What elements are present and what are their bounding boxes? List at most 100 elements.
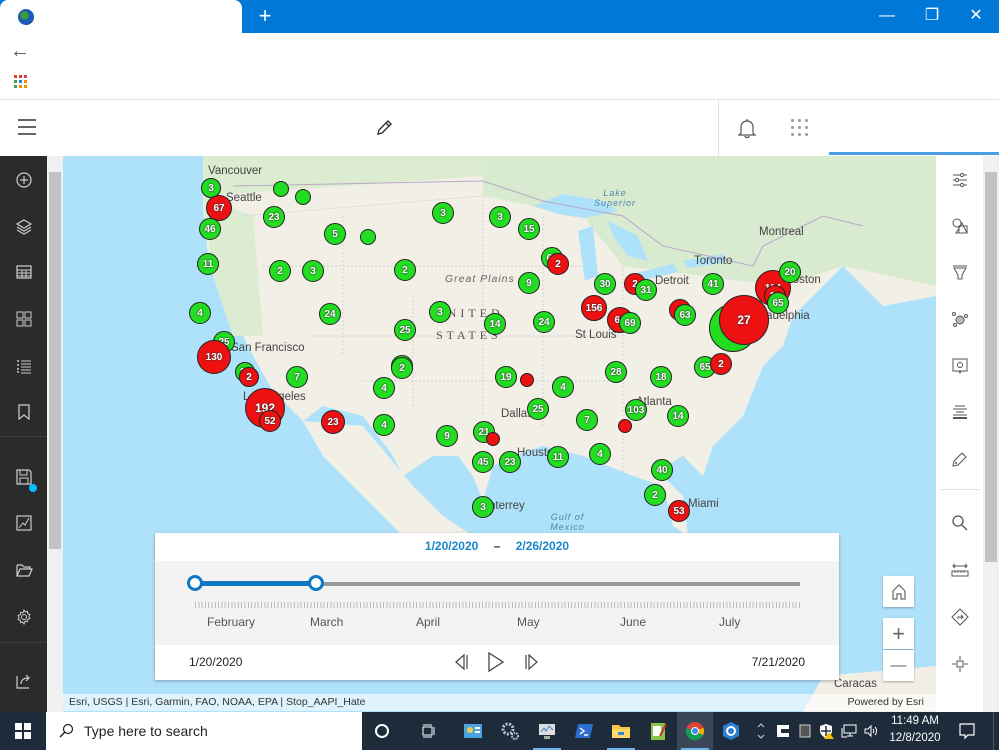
cluster-marker-green[interactable]: 31 <box>635 279 657 301</box>
cluster-marker-green[interactable]: 2 <box>394 259 416 281</box>
pencil-icon[interactable] <box>374 118 394 138</box>
right-scrollbar-thumb[interactable] <box>985 172 997 562</box>
minimize-button[interactable]: — <box>864 0 910 33</box>
tray-app-c[interactable] <box>772 712 794 750</box>
map-properties-button[interactable] <box>0 500 47 546</box>
cluster-marker-green[interactable]: 24 <box>319 303 341 325</box>
cluster-marker-green[interactable]: 5 <box>324 223 346 245</box>
save-button[interactable] <box>0 454 47 500</box>
network-button[interactable] <box>838 712 860 750</box>
bell-icon[interactable] <box>736 117 758 139</box>
action-center-button[interactable] <box>955 712 979 750</box>
legend-button[interactable] <box>0 343 47 389</box>
cortana-button[interactable] <box>364 712 400 750</box>
time-slider-start-thumb[interactable] <box>187 575 203 591</box>
cluster-marker-green[interactable]: 15 <box>518 218 540 240</box>
cluster-marker-green[interactable]: 14 <box>667 405 689 427</box>
cluster-marker-green[interactable] <box>295 189 311 205</box>
time-slider-selected-range[interactable] <box>195 581 316 586</box>
cluster-marker-green[interactable]: 18 <box>650 366 672 388</box>
cluster-marker-green[interactable]: 4 <box>189 302 211 324</box>
cluster-marker-green[interactable]: 2 <box>644 484 666 506</box>
zoom-out-button[interactable]: — <box>883 650 914 681</box>
cluster-marker-green[interactable]: 45 <box>472 451 494 473</box>
control-panel-app[interactable] <box>455 712 491 750</box>
cluster-marker-green[interactable]: 3 <box>489 206 511 228</box>
cluster-marker-red[interactable]: 156 <box>581 295 607 321</box>
sketch-button[interactable] <box>936 436 983 482</box>
cluster-marker-green[interactable]: 4 <box>552 376 574 398</box>
apps-grid-icon[interactable] <box>14 75 28 89</box>
cluster-marker-green[interactable]: 2 <box>391 357 413 379</box>
hamburger-menu-icon[interactable] <box>18 118 38 136</box>
cluster-marker-red[interactable]: 52 <box>259 410 281 432</box>
cluster-marker-red[interactable] <box>486 432 500 446</box>
taskbar-search-box[interactable]: Type here to search <box>46 712 362 750</box>
clustering-button[interactable] <box>936 296 983 342</box>
labels-button[interactable] <box>936 389 983 435</box>
cluster-marker-green[interactable]: 14 <box>484 313 506 335</box>
cluster-marker-green[interactable]: 3 <box>429 301 451 323</box>
time-slider-end-thumb[interactable] <box>308 575 324 591</box>
cluster-marker-green[interactable]: 19 <box>495 366 517 388</box>
add-data-button[interactable] <box>0 157 47 203</box>
cluster-marker-green[interactable]: 3 <box>472 496 494 518</box>
cluster-marker-green[interactable]: 4 <box>373 414 395 436</box>
share-button[interactable] <box>0 658 47 704</box>
powered-by-esri[interactable]: Powered by Esri <box>848 694 936 711</box>
volume-button[interactable] <box>860 712 882 750</box>
open-button[interactable] <box>0 547 47 593</box>
cluster-marker-green[interactable]: 28 <box>605 361 627 383</box>
cluster-marker-green[interactable]: 3 <box>302 260 324 282</box>
cluster-marker-green[interactable]: 3 <box>432 202 454 224</box>
cluster-marker-green[interactable]: 7 <box>286 366 308 388</box>
cluster-marker-green[interactable]: 103 <box>625 399 647 421</box>
cluster-marker-red[interactable]: 130 <box>197 340 231 374</box>
restore-button[interactable]: ❐ <box>909 0 955 33</box>
layers-button[interactable] <box>0 203 47 249</box>
cluster-marker-green[interactable] <box>273 181 289 197</box>
cluster-marker-green[interactable]: 46 <box>199 218 221 240</box>
cluster-marker-green[interactable]: 63 <box>674 304 696 326</box>
arcgis-app[interactable] <box>713 712 749 750</box>
properties-button[interactable] <box>936 157 983 203</box>
start-button[interactable] <box>0 712 46 750</box>
left-scrollbar-thumb[interactable] <box>49 172 61 549</box>
cluster-marker-green[interactable]: 7 <box>576 409 598 431</box>
cluster-marker-green[interactable]: 4 <box>589 443 611 465</box>
performance-monitor-app[interactable] <box>529 712 565 750</box>
app-launcher-icon[interactable] <box>790 118 810 138</box>
cluster-marker-red[interactable]: 23 <box>321 410 345 434</box>
cluster-marker-green[interactable]: 41 <box>702 273 724 295</box>
file-explorer-app[interactable] <box>603 712 639 750</box>
bookmarks-button[interactable] <box>0 389 47 435</box>
cluster-marker-red[interactable] <box>520 373 534 387</box>
show-hidden-icons-button[interactable] <box>752 712 770 750</box>
search-button[interactable] <box>936 500 983 546</box>
directions-button[interactable] <box>936 594 983 640</box>
cluster-marker-green[interactable]: 9 <box>518 272 540 294</box>
cluster-marker-green[interactable]: 25 <box>394 319 416 341</box>
cluster-marker-green[interactable]: 20 <box>779 261 801 283</box>
cluster-marker-green[interactable]: 65 <box>767 292 789 314</box>
powershell-app[interactable] <box>566 712 602 750</box>
cluster-marker-red[interactable]: 2 <box>710 353 732 375</box>
cluster-marker-green[interactable]: 11 <box>547 446 569 468</box>
cluster-marker-green[interactable]: 23 <box>499 451 521 473</box>
cluster-marker-red[interactable]: 2 <box>547 253 569 275</box>
location-button[interactable] <box>936 641 983 687</box>
cluster-marker-green[interactable]: 24 <box>533 311 555 333</box>
cluster-marker-green[interactable]: 30 <box>594 273 616 295</box>
cluster-marker-green[interactable]: 40 <box>651 459 673 481</box>
styles-button[interactable] <box>936 203 983 249</box>
cluster-marker-red[interactable]: 2 <box>239 367 259 387</box>
zoom-in-button[interactable]: + <box>883 618 914 649</box>
windows-security-button[interactable] <box>816 712 838 750</box>
basemap-gallery-button[interactable] <box>0 296 47 342</box>
browser-tab[interactable] <box>0 0 242 33</box>
cluster-marker-green[interactable] <box>360 229 376 245</box>
cluster-marker-green[interactable]: 25 <box>527 398 549 420</box>
show-desktop-button[interactable] <box>993 712 999 750</box>
new-tab-button[interactable]: + <box>255 3 275 29</box>
attribute-table-button[interactable] <box>0 249 47 295</box>
